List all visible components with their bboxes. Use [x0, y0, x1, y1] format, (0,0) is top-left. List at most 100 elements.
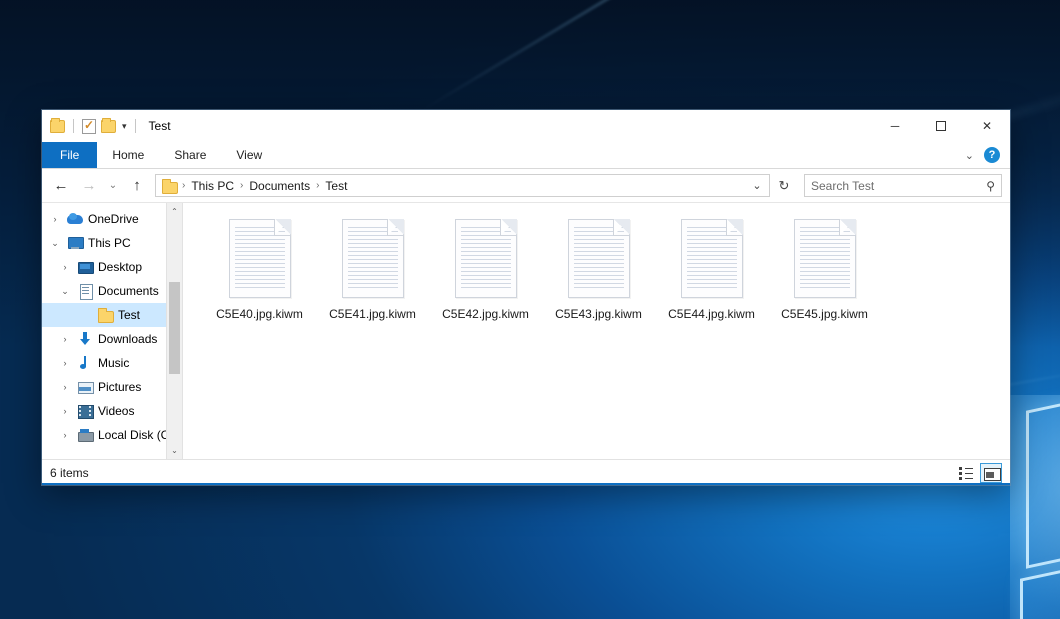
details-view-button[interactable] [955, 463, 977, 483]
generic-document-icon [342, 219, 404, 298]
search-icon[interactable]: ⚲ [986, 179, 995, 193]
file-item[interactable]: C5E45.jpg.kiwm [768, 217, 881, 337]
disk-icon [77, 427, 93, 443]
sidebar-item-videos[interactable]: › Videos [42, 399, 182, 423]
document-fold [726, 219, 743, 236]
expand-twisty-icon[interactable]: › [58, 407, 72, 416]
tab-view[interactable]: View [221, 142, 277, 168]
status-accent-line [42, 483, 1010, 485]
expand-twisty-icon[interactable]: › [58, 263, 72, 272]
tab-home[interactable]: Home [97, 142, 159, 168]
sidebar-item-label: Music [98, 356, 129, 370]
file-name-label: C5E43.jpg.kiwm [555, 307, 642, 321]
address-bar: ← → ⌄ ↑ › This PC › Documents › Test ⌄ ↻… [42, 169, 1010, 202]
documents-icon [77, 283, 93, 299]
document-lines [348, 227, 398, 291]
desktop-icon [77, 259, 93, 275]
toolbar-divider [73, 119, 74, 133]
refresh-button[interactable]: ↻ [772, 178, 796, 194]
address-dropdown-icon[interactable]: ⌄ [747, 179, 767, 192]
tab-file[interactable]: File [42, 142, 97, 168]
help-icon[interactable]: ? [984, 147, 1000, 163]
collapse-twisty-icon[interactable]: ⌄ [48, 239, 62, 248]
file-item[interactable]: C5E43.jpg.kiwm [542, 217, 655, 337]
file-item[interactable]: C5E42.jpg.kiwm [429, 217, 542, 337]
sidebar-item-label: Videos [98, 404, 134, 418]
search-box[interactable]: Search Test ⚲ [804, 174, 1002, 197]
expand-twisty-icon[interactable]: › [48, 215, 62, 224]
back-button[interactable]: ← [48, 174, 74, 198]
sidebar-item-label: Test [118, 308, 140, 322]
sidebar-item-test[interactable]: › Test [42, 303, 182, 327]
sidebar-item-label: Local Disk (C:) [98, 428, 177, 442]
new-folder-icon[interactable] [101, 120, 116, 133]
address-field[interactable]: › This PC › Documents › Test ⌄ [155, 174, 770, 197]
forward-button[interactable]: → [76, 174, 102, 198]
explorer-body: › OneDrive ⌄ This PC › Desktop ⌄ Documen… [42, 202, 1010, 459]
recent-locations-button[interactable]: ⌄ [104, 174, 122, 198]
scroll-up-icon[interactable]: ⌃ [167, 203, 182, 220]
file-list-pane[interactable]: C5E40.jpg.kiwm C5E41.jpg.kiwm [182, 203, 1010, 459]
sidebar-item-local-disk[interactable]: › Local Disk (C:) [42, 423, 182, 447]
expand-twisty-icon[interactable]: › [58, 335, 72, 344]
document-fold [839, 219, 856, 236]
sidebar-item-documents[interactable]: ⌄ Documents [42, 279, 182, 303]
sidebar-item-music[interactable]: › Music [42, 351, 182, 375]
sidebar-item-label: Pictures [98, 380, 141, 394]
view-mode-buttons [955, 463, 1002, 483]
expand-ribbon-icon[interactable]: ⌄ [965, 149, 974, 162]
sidebar-item-desktop[interactable]: › Desktop [42, 255, 182, 279]
scroll-down-icon[interactable]: ⌄ [167, 442, 182, 459]
collapse-twisty-icon[interactable]: ⌄ [58, 287, 72, 296]
onedrive-icon [67, 211, 83, 227]
scrollbar-track[interactable] [167, 220, 182, 442]
file-item[interactable]: C5E44.jpg.kiwm [655, 217, 768, 337]
windows-logo-pane [1026, 385, 1060, 569]
item-count-label: 6 items [50, 466, 89, 480]
up-button[interactable]: ↑ [124, 174, 150, 198]
file-item[interactable]: C5E41.jpg.kiwm [316, 217, 429, 337]
search-input[interactable]: Search Test [811, 179, 874, 193]
expand-twisty-icon[interactable]: › [58, 383, 72, 392]
address-field-controls: ⌄ [747, 179, 767, 192]
generic-document-icon [681, 219, 743, 298]
close-button[interactable]: ✕ [964, 110, 1010, 142]
expand-twisty-icon[interactable]: › [58, 431, 72, 440]
breadcrumb-separator: › [239, 180, 244, 191]
sidebar-scrollbar[interactable]: ⌃ ⌄ [166, 203, 182, 459]
scrollbar-thumb[interactable] [169, 282, 180, 374]
pictures-icon [77, 379, 93, 395]
document-fold [613, 219, 630, 236]
folder-icon [161, 178, 177, 194]
document-lines [800, 227, 850, 291]
file-item[interactable]: C5E40.jpg.kiwm [203, 217, 316, 337]
maximize-button[interactable] [918, 110, 964, 142]
twisty-placeholder: › [78, 311, 92, 320]
large-icons-view-button[interactable] [980, 463, 1002, 483]
sidebar-item-this-pc[interactable]: ⌄ This PC [42, 231, 182, 255]
file-name-label: C5E40.jpg.kiwm [216, 307, 303, 321]
sidebar-item-label: This PC [88, 236, 131, 250]
sidebar-item-downloads[interactable]: › Downloads [42, 327, 182, 351]
sidebar-item-label: Documents [98, 284, 159, 298]
sidebar-item-onedrive[interactable]: › OneDrive [42, 207, 182, 231]
folder-icon[interactable] [50, 120, 65, 133]
downloads-icon [77, 331, 93, 347]
minimize-button[interactable]: ─ [872, 110, 918, 142]
breadcrumb-documents[interactable]: Documents [245, 179, 314, 193]
folder-icon [97, 307, 113, 323]
properties-icon[interactable] [82, 119, 96, 134]
file-name-label: C5E44.jpg.kiwm [668, 307, 755, 321]
file-explorer-window: ▾ Test ─ ✕ File Home Share View ⌄ ? ← → … [42, 110, 1010, 485]
expand-twisty-icon[interactable]: › [58, 359, 72, 368]
file-name-label: C5E41.jpg.kiwm [329, 307, 416, 321]
navigation-pane: › OneDrive ⌄ This PC › Desktop ⌄ Documen… [42, 203, 182, 459]
document-lines [574, 227, 624, 291]
breadcrumb-test[interactable]: Test [321, 179, 351, 193]
sidebar-item-pictures[interactable]: › Pictures [42, 375, 182, 399]
sidebar-item-label: Desktop [98, 260, 142, 274]
ribbon-right-controls: ⌄ ? [965, 142, 1010, 168]
tab-share[interactable]: Share [159, 142, 221, 168]
chevron-down-icon[interactable]: ▾ [122, 121, 127, 132]
breadcrumb-this-pc[interactable]: This PC [187, 179, 238, 193]
